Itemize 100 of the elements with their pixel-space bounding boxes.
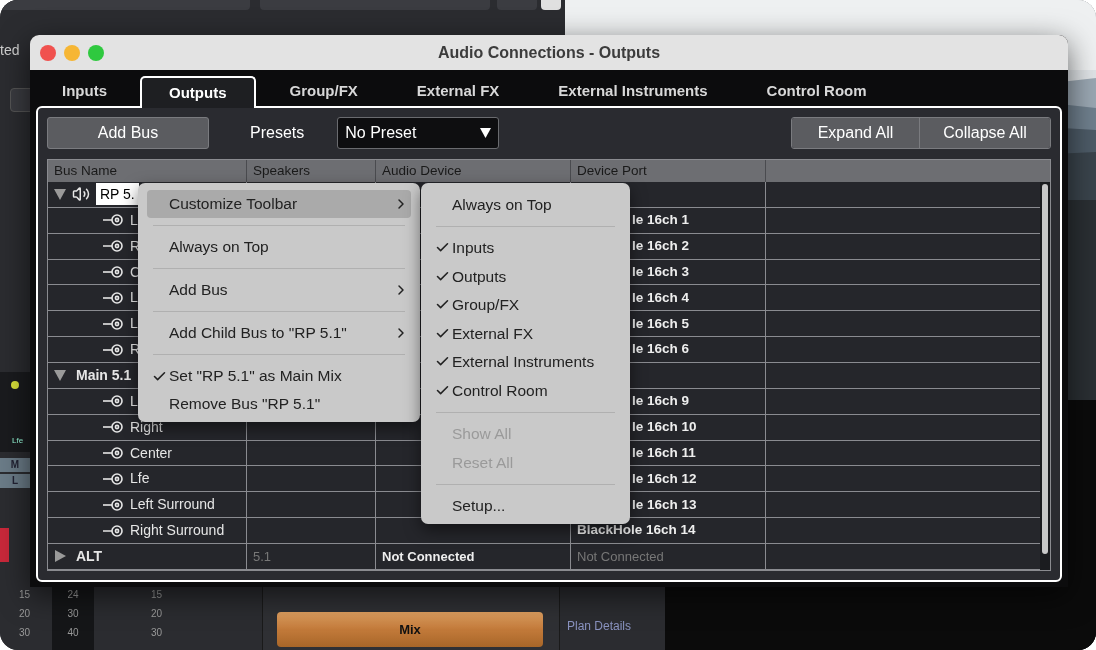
menu-item[interactable]: Outputs: [430, 262, 621, 291]
meter-scale-label: 30: [67, 607, 79, 621]
audio-device-text: Not Connected: [382, 547, 475, 566]
menu-item[interactable]: Add Bus: [147, 276, 411, 304]
menu-item[interactable]: Group/FX: [430, 290, 621, 319]
device-port-text: le 16ch 10: [632, 418, 697, 437]
device-port-text: le 16ch 2: [632, 237, 690, 255]
speakers-text: 5.1: [253, 547, 272, 566]
menu-item[interactable]: Always on Top: [147, 233, 411, 261]
meter-scale-label: 40: [67, 626, 79, 640]
collapse-triangle-icon[interactable]: [54, 369, 66, 382]
tab[interactable]: Control Room: [741, 76, 892, 106]
device-port-text: le 16ch 12: [632, 469, 697, 488]
collapse-all-button[interactable]: Collapse All: [920, 118, 1050, 148]
meter-label: Lfe: [12, 437, 24, 445]
menu-item-label: Outputs: [452, 266, 508, 287]
menu-item[interactable]: Customize Toolbar: [147, 190, 411, 218]
scrollbar[interactable]: [1040, 182, 1050, 570]
output-connector-icon: [102, 524, 124, 537]
menu-item[interactable]: Set "RP 5.1" as Main Mix: [147, 362, 411, 390]
output-connector-icon: [102, 498, 124, 511]
menu-item-label: Group/FX: [452, 295, 521, 316]
close-button[interactable]: [40, 44, 56, 61]
menu-item-label: Always on Top: [452, 194, 553, 215]
meter-scale-label: 15: [150, 588, 162, 602]
bus-name[interactable]: Main 5.1: [72, 364, 136, 387]
menu-item-label: Add Child Bus to "RP 5.1": [169, 323, 348, 344]
meter-scale-label: 24: [67, 588, 79, 602]
channel-name: Left Surround: [130, 495, 215, 515]
channel-name: L: [130, 210, 138, 230]
tab[interactable]: External FX: [391, 76, 525, 106]
menu-item[interactable]: Setup...: [430, 491, 621, 520]
menu-item-label: Set "RP 5.1" as Main Mix: [169, 366, 343, 387]
menu-item[interactable]: External FX: [430, 319, 621, 348]
device-port-text: le 16ch 11: [632, 443, 696, 462]
add-bus-button[interactable]: Add Bus: [47, 117, 209, 149]
tab[interactable]: External Instruments: [533, 76, 733, 106]
menu-item-label: External Instruments: [452, 352, 596, 373]
menu-item-label: Setup...: [452, 496, 507, 517]
status-text: ted: [0, 41, 20, 60]
output-connector-icon: [102, 291, 124, 304]
plan-details-label: Plan Details: [567, 618, 632, 635]
speaker-icon: [72, 185, 90, 204]
fader-handle[interactable]: [0, 528, 9, 562]
meter-scale-label: 30: [150, 626, 162, 640]
tab[interactable]: Group/FX: [264, 76, 383, 106]
menu-item-label: Inputs: [452, 238, 496, 259]
preset-dropdown[interactable]: No Preset: [337, 117, 500, 149]
device-port-text: le 16ch 13: [632, 495, 697, 514]
device-port-text: le 16ch 6: [632, 340, 690, 359]
channel-name: Lfe: [130, 469, 150, 489]
output-connector-icon: [102, 343, 124, 356]
device-port-text: le 16ch 1: [632, 211, 690, 230]
device-port-text: Not Connected: [577, 547, 664, 566]
menu-item[interactable]: Always on Top: [430, 190, 621, 219]
presets-label: Presets: [250, 123, 305, 143]
channel-name: Right Surround: [130, 521, 225, 541]
output-connector-icon: [102, 240, 124, 253]
mix-button[interactable]: Mix: [277, 612, 543, 647]
channel-name: L: [130, 391, 138, 411]
device-port-text: le 16ch 3: [632, 262, 690, 281]
meter-scale-label: 30: [18, 626, 30, 640]
output-connector-icon: [102, 317, 124, 330]
menu-item-label: Always on Top: [169, 237, 270, 258]
tab[interactable]: Outputs: [140, 76, 256, 108]
bus-name[interactable]: RP 5.: [96, 183, 139, 206]
bus-name[interactable]: ALT: [72, 545, 107, 568]
channel-name: Center: [130, 443, 173, 463]
menu-item-label: Control Room: [452, 380, 549, 401]
menu-item-label: External FX: [452, 323, 534, 344]
menu-item[interactable]: Remove Bus "RP 5.1": [147, 390, 411, 418]
menu-item-label: Add Bus: [169, 280, 229, 301]
menu-item[interactable]: Inputs: [430, 233, 621, 262]
menu-item[interactable]: Add Child Bus to "RP 5.1": [147, 319, 411, 347]
meter-scale-label: 20: [18, 607, 30, 621]
device-port-text: le 16ch 9: [632, 392, 690, 411]
output-connector-icon: [102, 214, 124, 227]
menu-item[interactable]: Control Room: [430, 376, 621, 405]
tab[interactable]: Inputs: [37, 76, 132, 106]
meter-scale-label: 15: [18, 588, 30, 602]
output-connector-icon: [102, 421, 124, 434]
expand-all-button[interactable]: Expand All: [792, 118, 920, 148]
channel-name: L: [130, 288, 138, 308]
device-port-text: BlackHole 16ch 14: [577, 521, 696, 540]
output-connector-icon: [102, 395, 124, 408]
output-connector-icon: [102, 472, 124, 485]
expand-triangle-icon[interactable]: [54, 550, 66, 563]
output-connector-icon: [102, 447, 124, 459]
device-port-text: le 16ch 5: [632, 314, 690, 333]
output-connector-icon: [102, 266, 124, 278]
menu-item-label: Customize Toolbar: [169, 194, 299, 215]
window-title: Audio Connections - Outputs: [437, 42, 661, 63]
menu-item[interactable]: External Instruments: [430, 347, 621, 376]
device-port-text: le 16ch 4: [632, 288, 690, 307]
channel-name: L: [130, 314, 138, 334]
channel-name: Right: [130, 417, 163, 437]
gear-button[interactable]: [541, 0, 561, 10]
menu-item-label: Remove Bus "RP 5.1": [169, 394, 322, 415]
collapse-triangle-icon[interactable]: [54, 188, 66, 201]
meter-scale-label: 20: [150, 607, 162, 621]
